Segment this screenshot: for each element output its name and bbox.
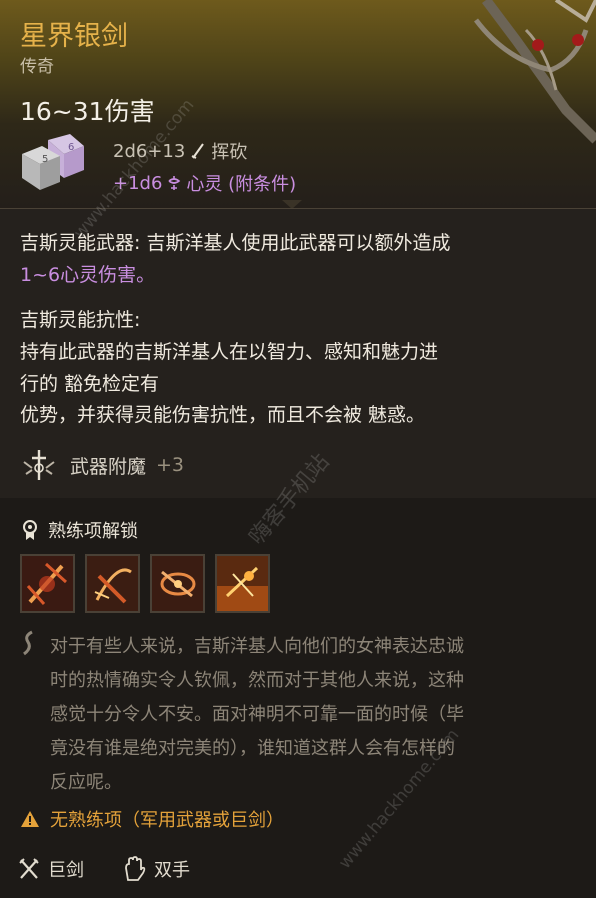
proficiency-header: 熟练项解锁 — [20, 517, 138, 543]
flavor-line-3: 感觉十分令人不安。面对神明不可靠一面的时候（毕 — [50, 704, 464, 725]
warning-icon — [21, 811, 39, 827]
desc-p2-line3: 优势，并获得灵能伤害抗性，而且不会被 魅惑。 — [20, 404, 426, 426]
bonus-type: 心灵 (附条件) — [186, 174, 297, 195]
skill-icon-1[interactable] — [20, 554, 75, 613]
weapon-properties: 巨剑 双手 — [18, 856, 190, 882]
svg-text:6: 6 — [68, 142, 74, 153]
warning-text: 无熟练项（军用武器或巨剑） — [50, 810, 284, 831]
two-handed-icon — [125, 856, 146, 881]
item-rarity: 传奇 — [20, 57, 54, 77]
desc-p1-text2: 1~6心灵伤害。 — [20, 264, 156, 286]
item-tooltip: 星界银剑 传奇 16~31伤害 6 5 2d6+13 挥砍 +1d6 心灵 (附… — [0, 0, 596, 898]
enchant-label: 武器附魔 — [70, 455, 147, 478]
skill-icon-2[interactable] — [85, 554, 140, 613]
proficiency-skills — [20, 554, 270, 613]
enchant-icon — [23, 450, 55, 480]
sword-art-icon — [474, 0, 596, 144]
proficiency-icon — [23, 520, 37, 540]
enchant-value: +3 — [156, 454, 185, 476]
psychic-icon — [168, 176, 181, 190]
handedness: 双手 — [154, 860, 190, 881]
slash-icon — [191, 143, 205, 159]
greatsword-icon — [19, 858, 39, 879]
proficiency-warning: 无熟练项（军用武器或巨剑） — [20, 806, 284, 832]
item-name: 星界银剑 — [20, 21, 128, 52]
svg-text:5: 5 — [42, 154, 48, 165]
skill-icon-3[interactable] — [150, 554, 205, 613]
flavor-icon — [23, 630, 33, 656]
item-damage: 16~31伤害 — [20, 97, 155, 126]
weapon-type: 巨剑 — [48, 860, 84, 881]
desc-p2-line2: 行的 豁免检定有 — [20, 373, 160, 395]
desc-p2-title: 吉斯灵能抗性: — [20, 309, 141, 331]
skill-icon-4[interactable] — [215, 554, 270, 613]
desc-p2-line1: 持有此武器的吉斯洋基人在以智力、感知和魅力进 — [20, 341, 439, 363]
dice-icon: 6 5 — [22, 134, 84, 190]
damage-type: 挥砍 — [211, 142, 248, 163]
weapon-enchant: 武器附魔 +3 — [18, 448, 184, 482]
flavor-line-4: 竟没有谁是绝对完美的），谁知道这群人会有怎样的 — [50, 738, 455, 759]
flavor-line-1: 对于有些人来说，吉斯洋基人向他们的女神表达忠诚 — [50, 636, 464, 657]
proficiency-title: 熟练项解锁 — [48, 521, 138, 542]
flavor-line-2: 时的热情确实令人钦佩，然而对于其他人来说，这种 — [50, 670, 464, 691]
flavor-text: 对于有些人来说，吉斯洋基人向他们的女神表达忠诚 时的热情确实令人钦佩，然而对于其… — [50, 630, 464, 800]
desc-p1-text: 吉斯洋基人使用此武器可以额外造成 — [140, 232, 451, 254]
